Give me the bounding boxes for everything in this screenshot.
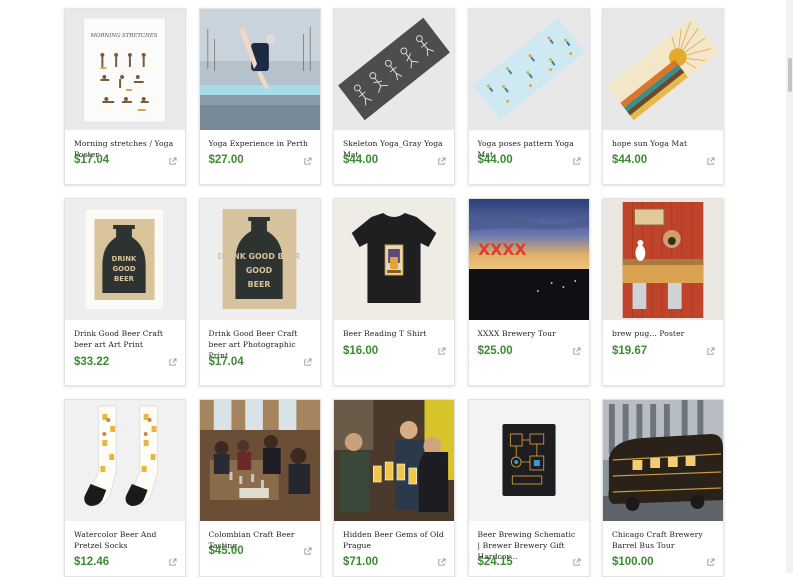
product-price: $17.04 [208,356,244,368]
product-price: $25.00 [477,345,513,357]
product-image[interactable] [603,199,723,320]
product-price: $16.00 [343,345,379,357]
external-link-icon[interactable] [706,157,715,166]
product-card[interactable]: DRINK GOOD BEER GOOD BEER Drink Good Bee… [198,198,321,386]
product-card[interactable]: Beer Reading T Shirt $16.00 [333,198,455,386]
product-card[interactable]: brew pug... Poster $19.67 [602,198,724,386]
product-title[interactable]: Hidden Beer Gems of Old Prague [343,529,446,551]
product-image[interactable] [603,9,723,130]
product-card[interactable]: Yoga poses pattern Yoga Mat $44.00 [467,8,590,185]
product-price: $33.22 [74,356,110,368]
product-image[interactable]: DRINK GOOD BEER [65,199,185,320]
product-title[interactable]: Beer Reading T Shirt [343,328,446,339]
product-card[interactable]: Colombian Craft Beer Tasting $45.00 [198,399,321,577]
product-image[interactable] [603,400,723,521]
product-image[interactable]: XXXX [468,199,589,320]
external-link-icon[interactable] [168,157,177,166]
product-price: $44.00 [612,154,648,166]
external-link-icon[interactable] [437,558,446,567]
product-card[interactable]: XXXX XXXX Brewery Tour $25.00 [467,198,590,386]
external-link-icon[interactable] [572,347,581,356]
product-price: $17.04 [74,154,110,166]
product-card[interactable]: Yoga Experience in Perth $27.00 [198,8,321,185]
external-link-icon[interactable] [303,547,312,556]
svg-text:DRINK: DRINK [112,255,137,263]
product-grid: MORNING STRETCHES Morning stretches / Yo… [64,8,724,577]
product-title[interactable]: hope sun Yoga Mat [612,138,715,149]
svg-text:GOOD: GOOD [245,266,272,275]
product-card[interactable]: Watercolor Beer And Pretzel Socks $12.46 [64,399,186,577]
mug-text: DRINK GOOD BEER [217,252,300,261]
product-card[interactable]: DRINK GOOD BEER Drink Good Beer Craft be… [64,198,186,386]
product-card[interactable]: Hidden Beer Gems of Old Prague $71.00 [333,399,455,577]
poster-title: MORNING STRETCHES [90,33,158,39]
product-price: $27.00 [208,154,244,166]
product-price: $100.00 [612,556,654,568]
product-card[interactable]: Skeleton Yoga_Gray Yoga Mat $44.00 [333,8,455,185]
product-card[interactable]: Chicago Craft Brewery Barrel Bus Tour $1… [602,399,724,577]
brewery-sign: XXXX [478,240,527,259]
external-link-icon[interactable] [572,157,581,166]
product-image[interactable] [334,400,454,521]
product-image[interactable] [334,9,454,130]
product-title[interactable]: Yoga Experience in Perth [209,138,312,149]
product-image[interactable] [199,9,320,130]
svg-text:BEER: BEER [114,275,135,283]
product-image[interactable]: MORNING STRETCHES [65,9,185,130]
product-price: $44.00 [477,154,513,166]
product-card[interactable]: MORNING STRETCHES Morning stretches / Yo… [64,8,186,185]
product-price: $45.00 [208,545,244,557]
product-price: $24.15 [477,556,513,568]
product-image[interactable] [468,400,589,521]
external-link-icon[interactable] [303,157,312,166]
svg-text:BEER: BEER [247,280,270,289]
scrollbar-thumb[interactable] [788,58,792,92]
product-image[interactable] [199,400,320,521]
external-link-icon[interactable] [168,358,177,367]
product-price: $44.00 [343,154,379,166]
product-title[interactable]: Drink Good Beer Craft beer art Art Print [74,328,177,350]
external-link-icon[interactable] [706,347,715,356]
product-image[interactable] [468,9,589,130]
external-link-icon[interactable] [706,558,715,567]
external-link-icon[interactable] [437,157,446,166]
product-price: $71.00 [343,556,379,568]
vertical-scrollbar[interactable] [786,0,793,573]
product-image[interactable]: DRINK GOOD BEER GOOD BEER [199,199,320,320]
product-title[interactable]: Chicago Craft Brewery Barrel Bus Tour [612,529,715,551]
external-link-icon[interactable] [303,358,312,367]
product-title[interactable]: brew pug... Poster [612,328,715,339]
product-card[interactable]: hope sun Yoga Mat $44.00 [602,8,724,185]
product-title[interactable]: Watercolor Beer And Pretzel Socks [74,529,177,551]
product-image[interactable] [334,199,454,320]
product-price: $12.46 [74,556,110,568]
external-link-icon[interactable] [572,558,581,567]
product-price: $19.67 [612,345,648,357]
product-title[interactable]: XXXX Brewery Tour [478,328,581,339]
external-link-icon[interactable] [437,347,446,356]
external-link-icon[interactable] [168,558,177,567]
product-card[interactable]: Beer Brewing Schematic | Brewer Brewery … [467,399,590,577]
svg-text:GOOD: GOOD [112,265,135,273]
product-image[interactable] [65,400,185,521]
